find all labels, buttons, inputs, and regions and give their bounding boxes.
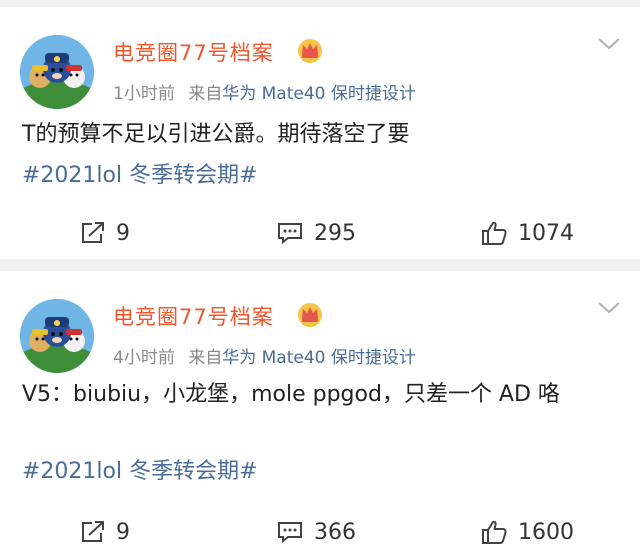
post-device[interactable]: 华为 Mate40 保时捷设计 [222,84,416,104]
thumbs-up-icon [482,520,507,544]
post-device[interactable]: 华为 Mate40 保时捷设计 [222,348,416,368]
share-count: 9 [116,519,130,545]
comment-icon [278,522,302,544]
paw-patrol-avatar-icon [20,35,94,109]
weibo-post[interactable]: 电竞圈77号档案 1小时前 来自华为 Mate40 保时捷设计 T的预算不足以引… [0,7,640,259]
post-content: T的预算不足以引进公爵。期待落空了要 [22,122,410,147]
like-button[interactable]: 1074 [480,215,574,251]
like-button[interactable]: 1600 [480,514,574,550]
post-source-prefix: 来自 [188,348,223,368]
post-source-prefix: 来自 [188,84,223,104]
comment-button[interactable]: 295 [276,215,356,251]
chevron-down-icon[interactable] [596,35,622,53]
comment-button[interactable]: 366 [276,514,356,550]
post-meta: 1小时前 来自华为 Mate40 保时捷设计 [113,79,416,104]
crown-badge-icon[interactable] [296,36,324,64]
action-bar: 9 366 1600 [0,514,640,550]
paw-patrol-avatar-icon [20,299,94,373]
topic-link[interactable]: #2021lol 冬季转会期# [22,157,258,189]
post-content: V5：biubiu，小龙堡，mole ppgod，只差一个 AD 咯 [22,382,560,407]
avatar[interactable] [20,299,94,373]
post-divider [0,259,640,271]
like-count: 1074 [518,220,574,246]
thumbs-up-icon [482,221,507,245]
share-count: 9 [116,220,130,246]
comment-count: 295 [314,220,356,246]
username[interactable]: 电竞圈77号档案 [113,37,274,67]
action-bar: 9 295 1074 [0,215,640,251]
crown-badge-icon[interactable] [296,300,324,328]
share-icon [82,521,104,542]
chevron-down-icon[interactable] [596,299,622,317]
comment-icon [278,223,302,245]
avatar[interactable] [20,35,94,109]
share-icon [82,222,104,243]
post-time: 1小时前 [113,84,175,104]
like-count: 1600 [518,519,574,545]
username[interactable]: 电竞圈77号档案 [113,301,274,331]
post-meta: 4小时前 来自华为 Mate40 保时捷设计 [113,343,416,368]
topic-link[interactable]: #2021lol 冬季转会期# [22,453,258,485]
weibo-post[interactable]: 电竞圈77号档案 4小时前 来自华为 Mate40 保时捷设计 V5：biubi… [0,271,640,556]
comment-count: 366 [314,519,356,545]
share-button[interactable]: 9 [80,514,130,550]
top-spacer [0,0,640,7]
post-time: 4小时前 [113,348,175,368]
share-button[interactable]: 9 [80,215,130,251]
